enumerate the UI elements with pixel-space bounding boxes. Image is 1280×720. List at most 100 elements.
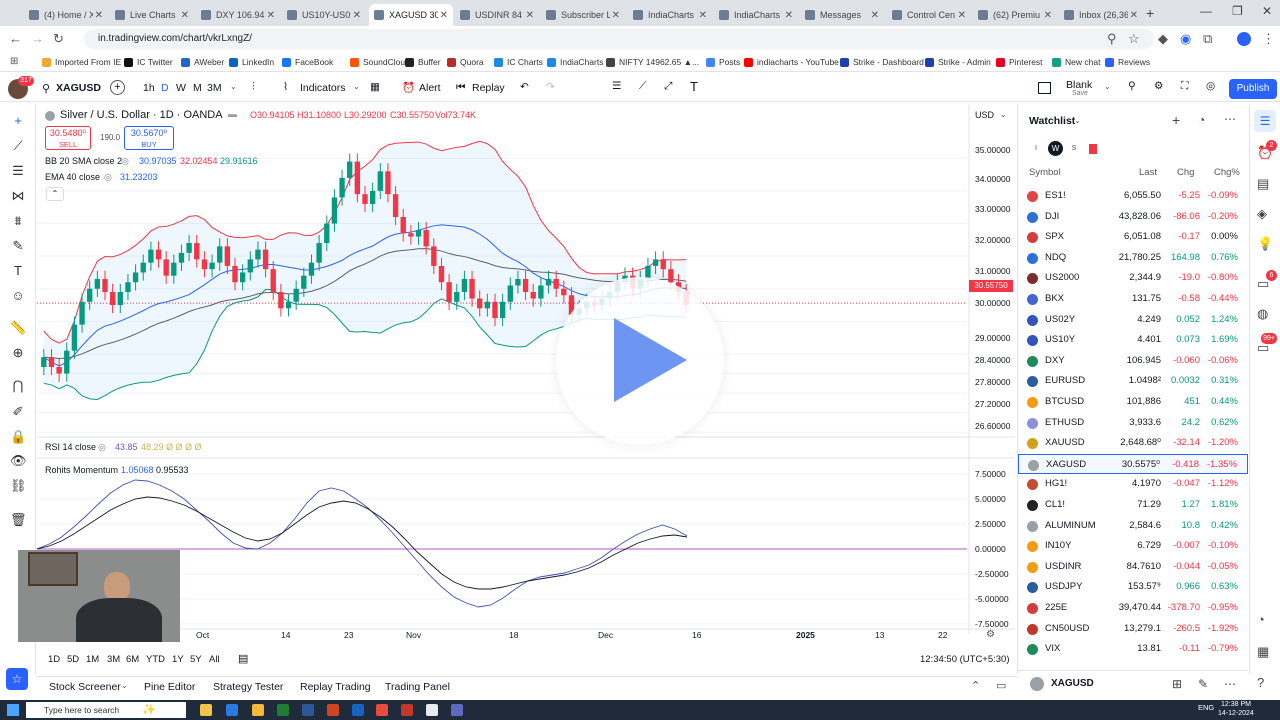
more-options-icon[interactable]: ⋯ <box>1224 112 1236 126</box>
crosshair-icon[interactable]: + <box>10 113 26 128</box>
bookmark-item[interactable]: Posts <box>706 57 740 67</box>
bb-label[interactable]: BB 20 SMA close 2 <box>45 156 122 166</box>
currency-selector[interactable]: USD <box>975 110 994 120</box>
close-window-button[interactable]: ✕ <box>1262 4 1272 18</box>
taskbar-app-8-icon[interactable] <box>376 704 388 716</box>
tab-close-icon[interactable]: ✕ <box>785 10 793 21</box>
axis-settings-icon[interactable]: ⚙ <box>986 629 995 640</box>
bottom-tab[interactable]: Strategy Tester <box>213 681 283 693</box>
windows-start-icon[interactable] <box>7 704 19 716</box>
question-icon[interactable]: ? <box>1257 675 1264 690</box>
footer-edit-icon[interactable]: ✎ <box>1198 677 1208 691</box>
snapshot-camera-icon[interactable]: ◎ <box>1206 80 1215 92</box>
collapse-legend-icon[interactable]: ⌃ <box>46 187 64 201</box>
layout-save[interactable]: Save <box>1072 90 1088 97</box>
interval-W[interactable]: W <box>176 82 186 94</box>
range-All[interactable]: All <box>209 654 220 665</box>
watchlist-dropdown-icon[interactable]: ⌄ <box>1074 116 1081 125</box>
col-symbol[interactable]: Symbol <box>1029 167 1061 178</box>
watchlist-title[interactable]: Watchlist <box>1029 115 1075 127</box>
indicators-button[interactable]: Indicators <box>300 82 346 94</box>
zoom-icon[interactable]: ⚲ <box>1107 31 1117 47</box>
collapse-panel-icon[interactable]: ⌃ <box>971 679 980 692</box>
url-bar[interactable]: in.tradingview.com/chart/vkrLxngZ/ <box>84 29 1154 49</box>
tab-close-icon[interactable]: ✕ <box>181 10 189 21</box>
watchlist-row[interactable]: XAGUSD 30.5575⁰ -0.418 -1.35% <box>1018 453 1248 474</box>
bookmark-item[interactable]: New chat <box>1052 57 1100 67</box>
browser-tab[interactable]: IndiaCharts ✕ <box>714 4 798 26</box>
browser-tab[interactable]: (62) Premiu ✕ <box>973 4 1057 26</box>
browser-tab[interactable]: Messages ✕ <box>800 4 884 26</box>
watchlist-row[interactable]: CN50USD 13,279.1 -260.5 -1.92% <box>1018 619 1248 639</box>
maximize-button[interactable]: ❐ <box>1232 4 1243 18</box>
tab-close-icon[interactable]: ✕ <box>526 10 534 21</box>
interval-D[interactable]: D <box>161 82 169 94</box>
range-3M[interactable]: 3M <box>107 654 120 665</box>
filter-w-icon[interactable]: W <box>1048 141 1063 156</box>
symbol-search-icon[interactable]: ⚲ <box>42 82 50 95</box>
ideas-bulb-icon[interactable]: 💡 <box>1257 236 1273 252</box>
layout-dropdown-icon[interactable]: ⌄ <box>1104 82 1111 91</box>
add-symbol-icon[interactable]: + <box>1172 112 1180 128</box>
replay-icon[interactable]: ⏮ <box>456 81 465 94</box>
bottom-tab[interactable]: Pine Editor <box>144 681 195 693</box>
layers-icon[interactable]: ◈ <box>1257 206 1267 222</box>
bookmark-item[interactable]: NIFTY 14962.65 ▲... <box>606 57 699 67</box>
watchlist-row[interactable]: ETHUSD 3,933.6 24.2 0.62% <box>1018 413 1248 433</box>
browser-tab[interactable]: DXY 106.94 ✕ <box>196 4 280 26</box>
legend-collapse-icon[interactable]: ▬ <box>228 109 237 119</box>
new-tab-button[interactable]: + <box>1146 5 1154 21</box>
taskbar-date[interactable]: 14-12-2024 <box>1218 710 1254 717</box>
chart-canvas[interactable] <box>37 104 1015 649</box>
range-5D[interactable]: 5D <box>67 654 79 665</box>
lock-icon[interactable]: 🔒 <box>10 429 26 445</box>
taskbar-app-9-icon[interactable] <box>401 704 413 716</box>
templates-icon[interactable]: ▦ <box>370 81 380 93</box>
bookmark-item[interactable]: Reviews <box>1105 57 1150 67</box>
date-range-icon[interactable]: ▤ <box>238 652 248 665</box>
trendline-tool-icon[interactable]: ⟋ <box>639 80 646 93</box>
zoom-in-icon[interactable]: ⊕ <box>10 345 26 361</box>
settings-gear-icon[interactable]: ⚙ <box>1154 80 1163 92</box>
watchlist-row[interactable]: BTCUSD 101,886 451 0.44% <box>1018 392 1248 412</box>
bookmark-item[interactable]: Pinterest <box>996 57 1043 67</box>
watchlist-row[interactable]: USDJPY 153.57⁹ 0.966 0.63% <box>1018 577 1248 597</box>
bookmark-item[interactable]: Buffer <box>405 57 441 67</box>
tab-close-icon[interactable]: ✕ <box>1044 10 1052 21</box>
compare-add-icon[interactable]: + <box>110 80 125 95</box>
alert-button[interactable]: Alert <box>419 82 441 94</box>
browser-tab[interactable]: (4) Home / X ✕ <box>24 4 108 26</box>
sell-button[interactable]: 30.5480⁰ SELL <box>45 126 91 150</box>
eye-icon[interactable]: 👁 <box>10 453 27 469</box>
profile-avatar[interactable] <box>1237 32 1251 46</box>
streams-icon[interactable]: ◍ <box>1257 306 1268 322</box>
minimize-button[interactable]: — <box>1200 4 1212 18</box>
undo-icon[interactable]: ↶ <box>520 81 529 93</box>
bookmark-item[interactable]: Strike - Admin <box>925 57 991 67</box>
interval-M[interactable]: M <box>193 82 202 94</box>
buy-button[interactable]: 30.5670⁰ BUY <box>124 126 174 150</box>
browser-tab[interactable]: IndiaCharts ✕ <box>628 4 712 26</box>
watchlist-row[interactable]: 225E 39,470.44 -378.70 -0.95% <box>1018 598 1248 618</box>
browser-tab[interactable]: Subscriber L ✕ <box>541 4 625 26</box>
col-last[interactable]: Last <box>1139 167 1157 178</box>
chart-type-icon[interactable]: ⫶ <box>252 81 255 94</box>
apps-grid-icon[interactable]: ⊞ <box>10 56 18 67</box>
col-chgp[interactable]: Chg% <box>1214 167 1240 178</box>
bookmark-item[interactable]: LinkedIn <box>229 57 274 67</box>
bottom-tab[interactable]: Stock Screener <box>49 681 121 693</box>
text-tool-icon[interactable]: T <box>690 79 698 94</box>
taskbar-search[interactable]: Type here to search <box>26 702 186 718</box>
watchlist-panel-icon[interactable]: ☰ <box>1254 110 1276 132</box>
star-bookmark-icon[interactable]: ☆ <box>1128 31 1140 47</box>
play-icon[interactable] <box>614 318 687 402</box>
footer-symbol[interactable]: XAGUSD <box>1051 678 1094 689</box>
bookmark-item[interactable]: IC Charts <box>494 57 543 67</box>
range-1Y[interactable]: 1Y <box>172 654 184 665</box>
watchlist-row[interactable]: EURUSD 1.0498² 0.0032 0.31% <box>1018 371 1248 391</box>
taskbar-excel-icon[interactable] <box>277 704 289 716</box>
symbol-label[interactable]: XAGUSD <box>56 82 101 94</box>
watchlist-row[interactable]: US10Y 4.401 0.073 1.69% <box>1018 330 1248 350</box>
tab-close-icon[interactable]: ✕ <box>267 10 275 21</box>
watchlist-row[interactable]: BKX 131.75 -0.58 -0.44% <box>1018 289 1248 309</box>
